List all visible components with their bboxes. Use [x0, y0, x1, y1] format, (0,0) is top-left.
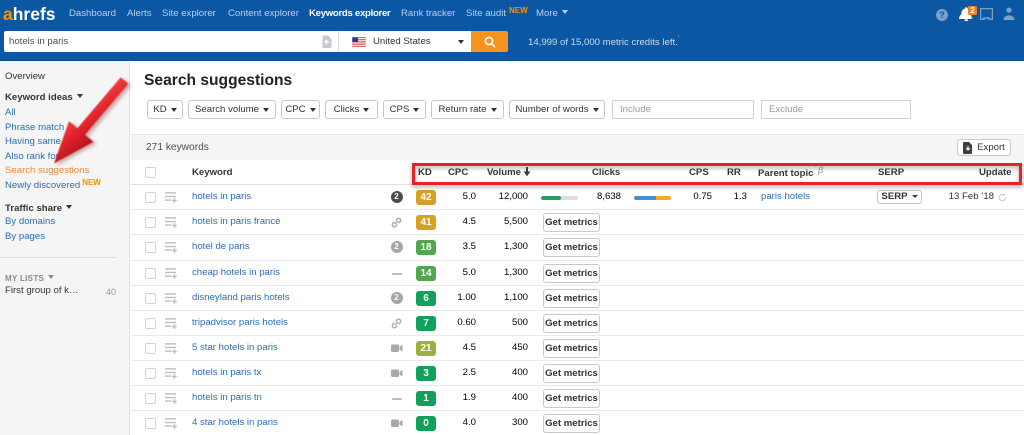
svg-text:2: 2 — [970, 6, 975, 15]
svg-text:?: ? — [939, 10, 945, 20]
